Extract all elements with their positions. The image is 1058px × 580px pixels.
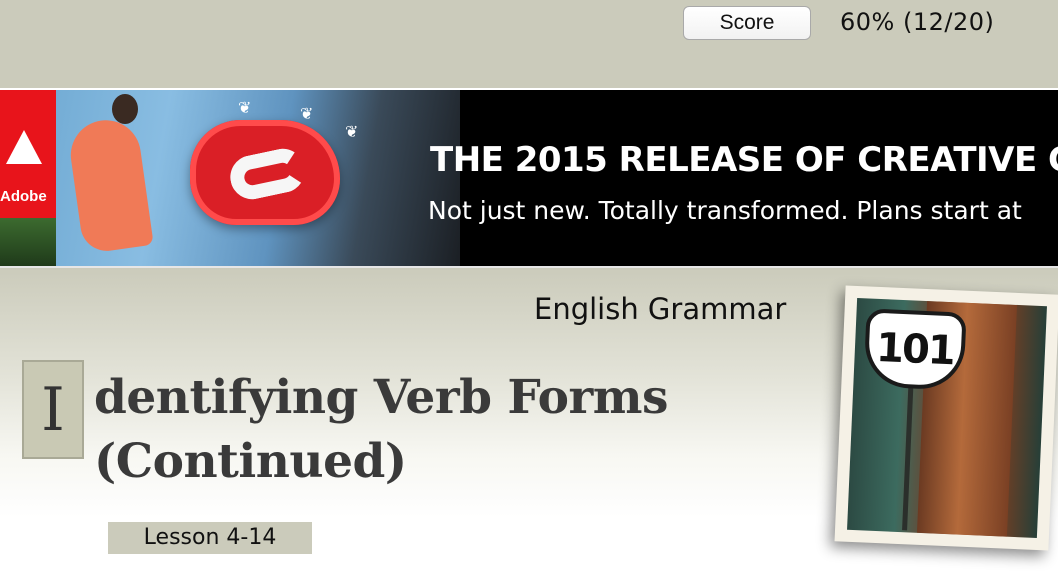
ad-headline: THE 2015 RELEASE OF CREATIVE C <box>430 140 1058 180</box>
score-value: 60% (12/20) <box>840 8 995 36</box>
subject-label: English Grammar <box>534 292 787 326</box>
page-title: dentifying Verb Forms (Continued) <box>94 370 668 489</box>
ad-banner[interactable]: ❦ ❦ ❦ Adobe THE 2015 RELEASE OF CREATIVE… <box>0 88 1058 268</box>
lesson-number-badge: Lesson 4-14 <box>108 522 312 554</box>
ad-subline: Not just new. Totally transformed. Plans… <box>428 196 1022 225</box>
score-bar: Score 60% (12/20) <box>0 0 1058 88</box>
ad-figure <box>66 115 154 255</box>
redwood-highway-photo: 101 <box>847 297 1047 539</box>
adobe-logo-text: Adobe <box>0 188 47 205</box>
ad-figure-head <box>112 94 138 124</box>
bird-icon: ❦ <box>345 124 359 141</box>
bird-icon: ❦ <box>238 100 252 117</box>
adobe-logo: Adobe <box>0 90 56 218</box>
lesson-photo-card: 101 <box>834 285 1058 551</box>
adobe-logo-mark <box>6 130 42 164</box>
ad-foliage <box>0 218 56 266</box>
bird-icon: ❦ <box>300 106 314 123</box>
score-button[interactable]: Score <box>683 6 811 40</box>
ad-artwork: ❦ ❦ ❦ <box>0 90 460 266</box>
sign-pole <box>902 380 914 531</box>
title-dropcap: I <box>22 360 84 459</box>
